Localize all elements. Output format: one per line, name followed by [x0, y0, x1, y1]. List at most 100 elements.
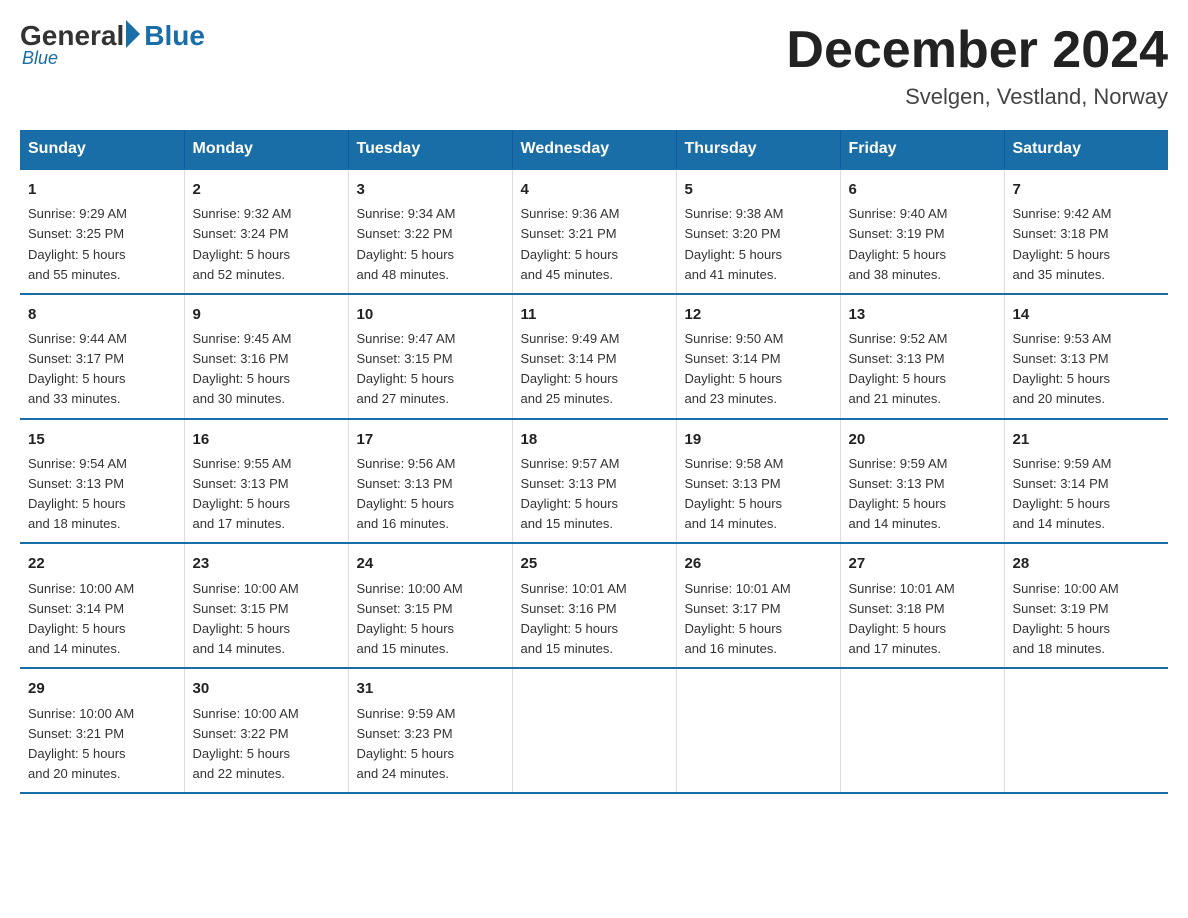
header-sunday: Sunday: [20, 130, 184, 169]
day-4: 4 Sunrise: 9:36 AM Sunset: 3:21 PM Daylig…: [512, 169, 676, 294]
day-info-1: Sunrise: 9:29 AM Sunset: 3:25 PM Dayligh…: [28, 204, 176, 285]
day-info-14: Sunrise: 9:53 AM Sunset: 3:13 PM Dayligh…: [1013, 329, 1161, 410]
day-num-6: 6: [849, 178, 996, 201]
day-num-23: 23: [193, 552, 340, 575]
day-num-3: 3: [357, 178, 504, 201]
logo-blue-text: Blue: [144, 20, 205, 52]
day-3: 3 Sunrise: 9:34 AM Sunset: 3:22 PM Daylig…: [348, 169, 512, 294]
day-info-30: Sunrise: 10:00 AM Sunset: 3:22 PM Daylig…: [193, 704, 340, 785]
day-info-3: Sunrise: 9:34 AM Sunset: 3:22 PM Dayligh…: [357, 204, 504, 285]
day-13: 13Sunrise: 9:52 AM Sunset: 3:13 PM Dayli…: [840, 294, 1004, 419]
day-num-14: 14: [1013, 303, 1161, 326]
empty-cell-w4-d6: [1004, 668, 1168, 793]
day-21: 21 Sunrise: 9:59 AM Sunset: 3:14 PM Dayli…: [1004, 419, 1168, 544]
day-17: 17 Sunrise: 9:56 AM Sunset: 3:13 PM Dayli…: [348, 419, 512, 544]
day-num-2: 2: [193, 178, 340, 201]
day-11: 11Sunrise: 9:49 AM Sunset: 3:14 PM Dayli…: [512, 294, 676, 419]
day-info-4: Sunrise: 9:36 AM Sunset: 3:21 PM Dayligh…: [521, 204, 668, 285]
day-16: 16Sunrise: 9:55 AM Sunset: 3:13 PM Dayli…: [184, 419, 348, 544]
week-row-1: 1 Sunrise: 9:29 AM Sunset: 3:25 PM Daylig…: [20, 169, 1168, 294]
day-info-22: Sunrise: 10:00 AM Sunset: 3:14 PM Daylig…: [28, 579, 176, 660]
day-info-24: Sunrise: 10:00 AM Sunset: 3:15 PM Daylig…: [357, 579, 504, 660]
calendar-table: SundayMondayTuesdayWednesdayThursdayFrid…: [20, 130, 1168, 794]
day-info-29: Sunrise: 10:00 AM Sunset: 3:21 PM Daylig…: [28, 704, 176, 785]
day-info-28: Sunrise: 10:00 AM Sunset: 3:19 PM Daylig…: [1013, 579, 1161, 660]
day-num-17: 17: [357, 428, 504, 451]
day-num-13: 13: [849, 303, 996, 326]
day-9: 9Sunrise: 9:45 AM Sunset: 3:16 PM Daylig…: [184, 294, 348, 419]
logo-triangle-icon: [126, 20, 140, 48]
day-info-6: Sunrise: 9:40 AM Sunset: 3:19 PM Dayligh…: [849, 204, 996, 285]
day-info-15: Sunrise: 9:54 AM Sunset: 3:13 PM Dayligh…: [28, 454, 176, 535]
day-info-25: Sunrise: 10:01 AM Sunset: 3:16 PM Daylig…: [521, 579, 668, 660]
day-info-26: Sunrise: 10:01 AM Sunset: 3:17 PM Daylig…: [685, 579, 832, 660]
title-area: December 2024 Svelgen, Vestland, Norway: [786, 20, 1168, 110]
day-info-8: Sunrise: 9:44 AM Sunset: 3:17 PM Dayligh…: [28, 329, 176, 410]
day-25: 25 Sunrise: 10:01 AM Sunset: 3:16 PM Dayl…: [512, 543, 676, 668]
day-num-21: 21: [1013, 428, 1161, 451]
day-num-12: 12: [685, 303, 832, 326]
empty-cell-w4-d5: [840, 668, 1004, 793]
day-info-21: Sunrise: 9:59 AM Sunset: 3:14 PM Dayligh…: [1013, 454, 1161, 535]
day-num-22: 22: [28, 552, 176, 575]
day-info-31: Sunrise: 9:59 AM Sunset: 3:23 PM Dayligh…: [357, 704, 504, 785]
location: Svelgen, Vestland, Norway: [786, 84, 1168, 110]
day-12: 12 Sunrise: 9:50 AM Sunset: 3:14 PM Dayli…: [676, 294, 840, 419]
day-27: 27 Sunrise: 10:01 AM Sunset: 3:18 PM Dayl…: [840, 543, 1004, 668]
day-10: 10Sunrise: 9:47 AM Sunset: 3:15 PM Dayli…: [348, 294, 512, 419]
header-monday: Monday: [184, 130, 348, 169]
week-row-2: 8 Sunrise: 9:44 AM Sunset: 3:17 PM Daylig…: [20, 294, 1168, 419]
day-26: 26 Sunrise: 10:01 AM Sunset: 3:17 PM Dayl…: [676, 543, 840, 668]
day-num-15: 15: [28, 428, 176, 451]
day-num-27: 27: [849, 552, 996, 575]
day-info-20: Sunrise: 9:59 AM Sunset: 3:13 PM Dayligh…: [849, 454, 996, 535]
day-info-7: Sunrise: 9:42 AM Sunset: 3:18 PM Dayligh…: [1013, 204, 1161, 285]
day-info-5: Sunrise: 9:38 AM Sunset: 3:20 PM Dayligh…: [685, 204, 832, 285]
day-30: 30 Sunrise: 10:00 AM Sunset: 3:22 PM Dayl…: [184, 668, 348, 793]
week-row-3: 15 Sunrise: 9:54 AM Sunset: 3:13 PM Dayli…: [20, 419, 1168, 544]
day-1: 1 Sunrise: 9:29 AM Sunset: 3:25 PM Daylig…: [20, 169, 184, 294]
day-31: 31 Sunrise: 9:59 AM Sunset: 3:23 PM Dayli…: [348, 668, 512, 793]
day-info-18: Sunrise: 9:57 AM Sunset: 3:13 PM Dayligh…: [521, 454, 668, 535]
day-info-2: Sunrise: 9:32 AM Sunset: 3:24 PM Dayligh…: [193, 204, 340, 285]
day-24: 24 Sunrise: 10:00 AM Sunset: 3:15 PM Dayl…: [348, 543, 512, 668]
day-num-7: 7: [1013, 178, 1161, 201]
day-info-17: Sunrise: 9:56 AM Sunset: 3:13 PM Dayligh…: [357, 454, 504, 535]
day-num-20: 20: [849, 428, 996, 451]
day-num-18: 18: [521, 428, 668, 451]
day-18: 18 Sunrise: 9:57 AM Sunset: 3:13 PM Dayli…: [512, 419, 676, 544]
day-num-10: 10: [357, 303, 504, 326]
header-thursday: Thursday: [676, 130, 840, 169]
day-num-1: 1: [28, 178, 176, 201]
header-saturday: Saturday: [1004, 130, 1168, 169]
day-20: 20 Sunrise: 9:59 AM Sunset: 3:13 PM Dayli…: [840, 419, 1004, 544]
day-info-23: Sunrise: 10:00 AM Sunset: 3:15 PM Daylig…: [193, 579, 340, 660]
page-header: General Blue Blue December 2024 Svelgen,…: [20, 20, 1168, 110]
day-8: 8 Sunrise: 9:44 AM Sunset: 3:17 PM Daylig…: [20, 294, 184, 419]
day-28: 28Sunrise: 10:00 AM Sunset: 3:19 PM Dayl…: [1004, 543, 1168, 668]
day-info-27: Sunrise: 10:01 AM Sunset: 3:18 PM Daylig…: [849, 579, 996, 660]
month-title: December 2024: [786, 20, 1168, 80]
day-num-31: 31: [357, 677, 504, 700]
logo-sub-text: Blue: [22, 48, 58, 69]
empty-cell-w4-d4: [676, 668, 840, 793]
day-num-9: 9: [193, 303, 340, 326]
header-tuesday: Tuesday: [348, 130, 512, 169]
day-num-24: 24: [357, 552, 504, 575]
day-29: 29Sunrise: 10:00 AM Sunset: 3:21 PM Dayl…: [20, 668, 184, 793]
day-num-26: 26: [685, 552, 832, 575]
day-num-25: 25: [521, 552, 668, 575]
day-23: 23 Sunrise: 10:00 AM Sunset: 3:15 PM Dayl…: [184, 543, 348, 668]
day-num-8: 8: [28, 303, 176, 326]
day-22: 22 Sunrise: 10:00 AM Sunset: 3:14 PM Dayl…: [20, 543, 184, 668]
day-num-19: 19: [685, 428, 832, 451]
day-num-30: 30: [193, 677, 340, 700]
day-info-11: Sunrise: 9:49 AM Sunset: 3:14 PM Dayligh…: [521, 329, 668, 410]
day-5: 5Sunrise: 9:38 AM Sunset: 3:20 PM Daylig…: [676, 169, 840, 294]
header-row: SundayMondayTuesdayWednesdayThursdayFrid…: [20, 130, 1168, 169]
day-num-16: 16: [193, 428, 340, 451]
day-19: 19Sunrise: 9:58 AM Sunset: 3:13 PM Dayli…: [676, 419, 840, 544]
day-num-4: 4: [521, 178, 668, 201]
empty-cell-w4-d3: [512, 668, 676, 793]
day-info-12: Sunrise: 9:50 AM Sunset: 3:14 PM Dayligh…: [685, 329, 832, 410]
